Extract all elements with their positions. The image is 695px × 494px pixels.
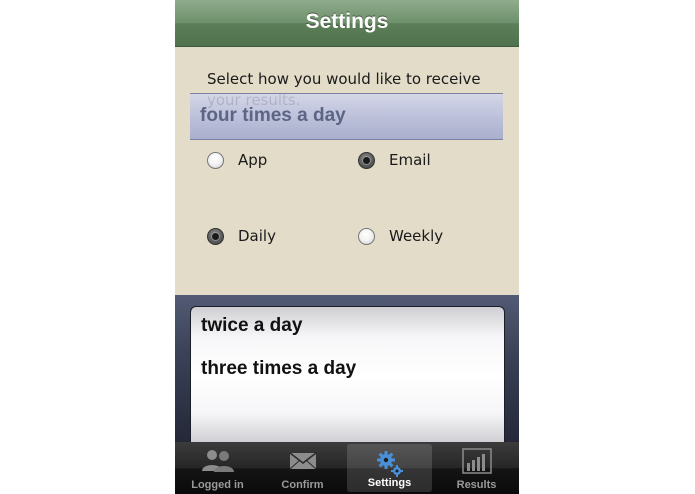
tab-label-confirm: Confirm bbox=[281, 479, 324, 491]
radio-label-weekly: Weekly bbox=[389, 227, 444, 245]
tab-settings[interactable]: Settings bbox=[347, 444, 432, 492]
picker-selection-bar[interactable]: four times a day bbox=[190, 93, 503, 140]
tab-results[interactable]: Results bbox=[434, 442, 519, 494]
bar-chart-icon bbox=[461, 447, 493, 480]
tab-logged-in[interactable]: Logged in bbox=[175, 442, 260, 494]
radio-label-daily: Daily bbox=[238, 227, 276, 245]
picker-selected-value: four times a day bbox=[200, 105, 346, 126]
phone-screen: Settings Select how you would like to re… bbox=[175, 0, 519, 494]
page-title: Settings bbox=[305, 10, 389, 33]
radio-option-app[interactable]: App bbox=[207, 151, 267, 169]
tab-label-logged-in: Logged in bbox=[191, 479, 244, 491]
navigation-bar: Settings bbox=[175, 0, 519, 47]
envelope-icon bbox=[288, 447, 318, 480]
radio-button-email[interactable] bbox=[358, 151, 375, 169]
radio-button-weekly[interactable] bbox=[358, 227, 375, 245]
radio-label-email: Email bbox=[389, 151, 431, 169]
tab-label-results: Results bbox=[456, 479, 497, 491]
users-icon bbox=[200, 447, 236, 480]
tab-confirm[interactable]: Confirm bbox=[260, 442, 345, 494]
settings-content: Select how you would like to receive you… bbox=[175, 47, 519, 295]
tab-bar: Logged in Confirm Settings Results bbox=[175, 442, 519, 494]
radio-button-app[interactable] bbox=[207, 151, 224, 169]
radio-button-daily[interactable] bbox=[207, 227, 224, 245]
radio-option-email[interactable]: Email bbox=[358, 151, 431, 169]
radio-option-daily[interactable]: Daily bbox=[207, 227, 276, 245]
picker-wheel[interactable]: twice a day three times a day bbox=[190, 306, 505, 443]
frequency-picker[interactable]: twice a day three times a day bbox=[175, 295, 519, 443]
radio-option-weekly[interactable]: Weekly bbox=[358, 227, 443, 245]
radio-label-app: App bbox=[238, 151, 268, 169]
tab-label-settings: Settings bbox=[367, 477, 412, 489]
picker-row-three-times[interactable]: three times a day bbox=[201, 358, 356, 380]
picker-row-twice[interactable]: twice a day bbox=[201, 315, 302, 337]
